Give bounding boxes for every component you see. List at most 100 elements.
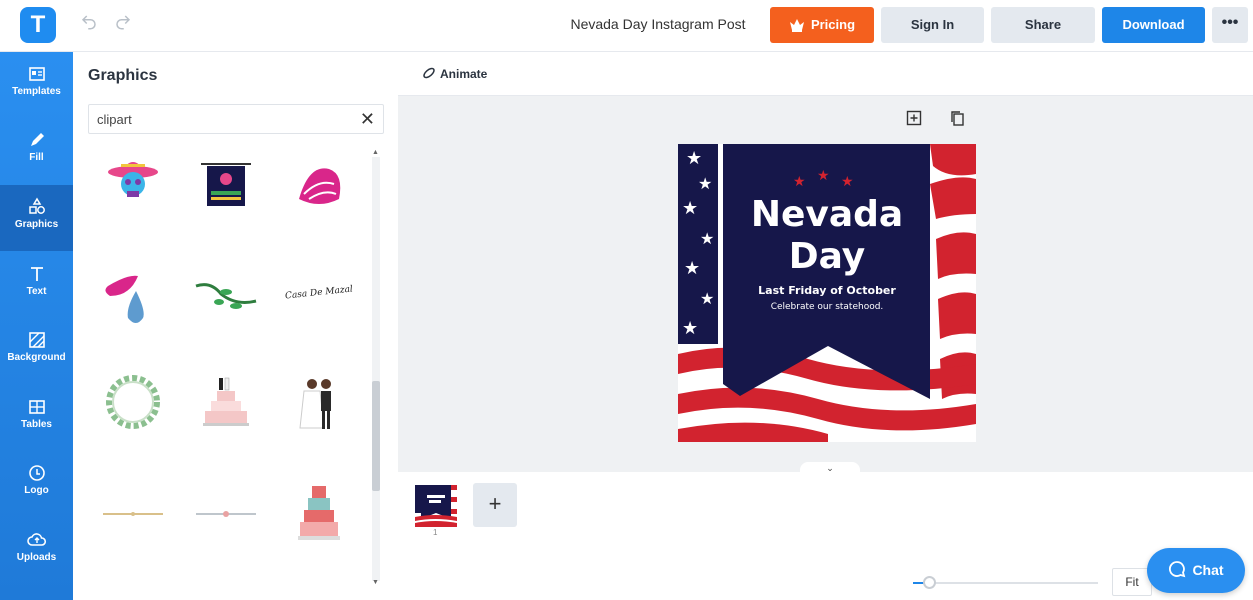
nav-item-templates[interactable]: Templates [0,52,73,118]
chat-button[interactable]: Chat [1147,548,1245,593]
canvas-toolbar: Animate [398,52,1253,96]
more-options-button[interactable]: ••• [1212,7,1248,43]
design-subtitle[interactable]: Last Friday of October [678,284,976,297]
floral-wreath-graphic [106,375,160,429]
nav-item-tables[interactable]: Tables [0,385,73,451]
page-strip: 1 + Fit [398,472,1253,600]
nav-label: Graphics [14,219,59,230]
duplicate-page-icon[interactable] [949,110,965,126]
templates-icon [28,67,45,81]
green-vine-graphic [195,283,257,309]
nav-item-logo[interactable]: Logo [0,451,73,517]
svg-text:★: ★ [686,148,702,168]
sign-in-button[interactable]: Sign In [881,7,984,43]
chat-label: Chat [1192,562,1224,578]
app-logo[interactable]: T [20,7,56,43]
panel-scrollbar[interactable]: ▲ ▼ [370,149,380,589]
graphic-item-papel-picado[interactable] [181,144,271,244]
graphic-item-lettering[interactable]: Casa De Mazal [274,256,364,356]
share-button[interactable]: Share [991,7,1095,43]
crown-icon [789,19,804,32]
design-title-line1[interactable]: Nevada [678,194,976,235]
table-icon [28,400,45,414]
gold-divider-graphic [103,512,163,516]
canvas-workspace: Animate ★ ★ ★ ★ ★ ★ ★ ★ ★ ★ Nevada Day L… [398,52,1253,474]
scroll-down-icon[interactable]: ▼ [372,579,379,586]
cloud-upload-icon [26,533,46,546]
nav-label: Background [7,352,66,363]
background-icon [28,332,45,348]
graphic-item-green-vine[interactable] [181,256,271,356]
nav-label: Tables [21,419,52,430]
graphic-item-tiered-cake[interactable] [274,476,364,576]
graphic-item-bride-groom[interactable] [274,366,364,466]
tiered-cake-graphic [298,486,340,540]
logo-icon [28,465,45,481]
nav-label: Text [26,286,47,297]
top-bar: T Nevada Day Instagram Post Pricing Sign… [0,0,1253,52]
nav-item-fill[interactable]: Fill [0,118,73,184]
redo-icon[interactable] [112,13,134,35]
sugar-skull-graphic [108,162,158,197]
document-title[interactable]: Nevada Day Instagram Post [560,16,756,32]
zoom-fit-select[interactable]: Fit [1112,568,1152,596]
search-box: ✕ [88,104,384,134]
graphic-item-wedding-cake[interactable] [181,366,271,466]
scrollbar-thumb[interactable] [372,381,380,491]
lettering-graphic: Casa De Mazal [284,284,354,302]
scrollbar-track [372,157,380,581]
nav-label: Templates [12,86,61,97]
graphic-item-teardrops[interactable] [88,256,178,356]
graphics-grid: Casa De Mazal [88,144,368,594]
add-page-button[interactable]: + [473,483,517,527]
pricing-label: Pricing [810,17,856,32]
page-number: 1 [433,528,438,537]
design-title-line2[interactable]: Day [678,236,976,277]
graphic-item-pink-petals[interactable] [274,144,364,244]
zoom-slider-handle[interactable] [923,576,936,589]
papel-picado-graphic [201,163,251,206]
nav-item-uploads[interactable]: Uploads [0,518,73,584]
nav-label: Uploads [16,552,57,563]
pink-petals-graphic [299,168,341,204]
zoom-slider-track[interactable] [913,582,1098,584]
teardrops-graphic [105,275,144,323]
animate-label: Animate [440,67,488,81]
svg-text:★: ★ [682,318,698,338]
nav-label: Fill [29,152,44,163]
pen-icon [30,133,44,146]
pink-divider-graphic [196,511,256,517]
animate-icon [423,67,435,79]
download-button[interactable]: Download [1102,7,1205,43]
page-thumbnail[interactable] [415,485,457,527]
pricing-button[interactable]: Pricing [770,7,874,43]
graphics-panel: Graphics ✕ [73,52,398,600]
design-canvas[interactable]: ★ ★ ★ ★ ★ ★ ★ ★ ★ ★ Nevada Day Last Friday … [678,144,976,442]
nav-item-background[interactable]: Background [0,318,73,384]
wedding-cake-graphic [203,377,249,426]
bride-groom-graphic [299,379,331,429]
nav-item-text[interactable]: Text [0,252,73,318]
clear-search-icon[interactable]: ✕ [360,109,375,129]
undo-icon[interactable] [78,13,100,35]
page-thumbnail-graphic [415,485,457,527]
left-navigation: Templates Fill Graphics Text Background … [0,52,73,600]
graphic-item-floral-wreath[interactable] [88,366,178,466]
graphic-item-sugar-skull[interactable] [88,144,178,244]
nav-item-graphics[interactable]: Graphics [0,185,73,251]
svg-text:★: ★ [698,176,712,193]
graphic-item-pink-divider[interactable] [181,476,271,576]
svg-text:★: ★ [841,173,854,189]
shapes-icon [28,197,45,214]
svg-text:★: ★ [793,173,806,189]
scroll-up-icon[interactable]: ▲ [372,149,379,156]
svg-text:★: ★ [817,167,830,183]
search-input[interactable] [89,105,339,133]
chat-bubble-icon [1169,561,1186,578]
text-icon [30,267,43,281]
panel-title: Graphics [88,67,158,84]
animate-button[interactable]: Animate [422,66,487,81]
graphic-item-gold-divider[interactable] [88,476,178,576]
add-page-icon[interactable] [906,110,922,126]
design-tagline[interactable]: Celebrate our statehood. [678,302,976,312]
